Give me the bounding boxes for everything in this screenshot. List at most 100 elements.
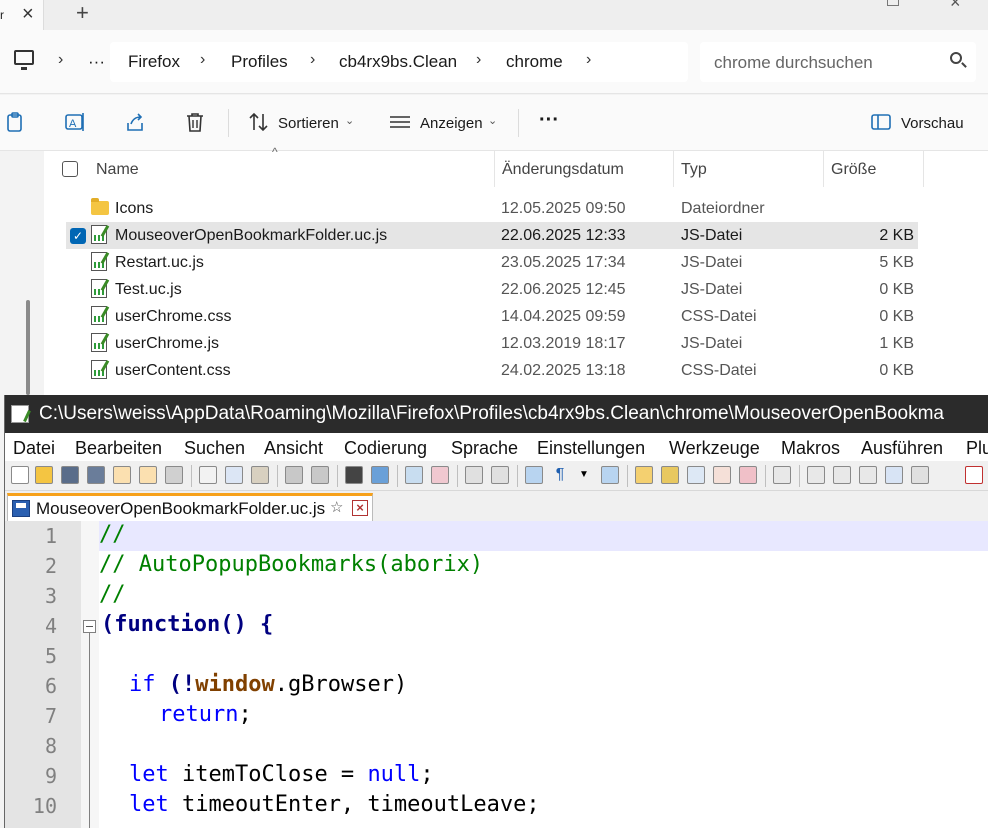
chevron-right-icon[interactable]: › [476,51,481,69]
paste-icon[interactable] [251,466,269,484]
select-all-checkbox[interactable] [62,161,78,177]
save-icon[interactable] [61,466,79,484]
fold-collapse-icon[interactable] [83,620,96,633]
view-button[interactable]: Anzeigen [420,115,483,132]
preview-pane-icon[interactable] [870,111,892,133]
column-header-date[interactable]: Änderungsdatum [502,161,624,179]
menu-macros[interactable]: Makros [781,438,840,459]
more-options-icon[interactable]: ··· [539,109,559,132]
file-name: Test.uc.js [115,281,182,298]
chevron-down-icon[interactable]: ⌄ [488,114,497,127]
menu-settings[interactable]: Einstellungen [537,438,645,459]
user-defined-language-icon[interactable] [635,466,653,484]
search-icon[interactable] [950,52,962,64]
column-header-size[interactable]: Größe [831,161,876,179]
explorer-tab[interactable]: r × [0,0,44,30]
table-row[interactable]: userChrome.css 14.04.2025 09:59 CSS-Date… [66,303,918,330]
chevron-right-icon[interactable]: › [310,51,315,69]
breadcrumb-profile-folder[interactable]: cb4rx9bs.Clean [339,52,457,72]
menu-tools[interactable]: Werkzeuge [669,438,760,459]
new-tab-icon[interactable]: + [76,0,89,26]
tab-close-icon[interactable]: × [22,3,34,26]
maximize-icon[interactable] [887,0,899,6]
row-checkbox[interactable]: ✓ [70,228,86,244]
document-map-icon[interactable] [661,466,679,484]
preview-button[interactable]: Vorschau [901,115,964,132]
find-icon[interactable] [345,466,363,484]
script-file-icon [91,279,107,298]
save-all-icon[interactable] [87,466,105,484]
breadcrumb-firefox[interactable]: Firefox [128,52,180,72]
plugin-icon[interactable] [965,466,983,484]
close-file-icon[interactable] [113,466,131,484]
stop-macro-icon[interactable] [833,466,851,484]
cut-icon[interactable] [199,466,217,484]
menu-language[interactable]: Sprache [451,438,518,459]
file-name: Icons [115,200,154,217]
word-wrap-icon[interactable] [525,466,543,484]
breadcrumb-chrome[interactable]: chrome [506,52,563,72]
run-macro-multiple-icon[interactable] [885,466,903,484]
copy-icon[interactable] [225,466,243,484]
table-row[interactable]: Restart.uc.js 23.05.2025 17:34 JS-Datei … [66,249,918,276]
sort-icon[interactable] [248,111,270,133]
zoom-out-icon[interactable] [431,466,449,484]
menu-file[interactable]: Datei [13,438,55,459]
print-icon[interactable] [165,466,183,484]
share-icon[interactable] [124,111,146,133]
delete-icon[interactable] [184,111,206,133]
chevron-right-icon[interactable]: › [200,51,205,69]
search-input[interactable]: chrome durchsuchen [700,42,976,82]
function-list-icon[interactable] [713,466,731,484]
monitoring-icon[interactable] [773,466,791,484]
window-close-icon[interactable]: × [950,0,961,13]
table-row[interactable]: Test.uc.js 22.06.2025 12:45 JS-Datei 0 K… [66,276,918,303]
this-pc-icon[interactable] [14,50,34,70]
menu-encoding[interactable]: Codierung [344,438,427,459]
sort-button[interactable]: Sortieren [278,115,339,132]
tab-mouseover-open-bookmark-folder[interactable]: MouseoverOpenBookmarkFolder.uc.js ☆ × [7,493,373,521]
zoom-in-icon[interactable] [405,466,423,484]
table-row[interactable]: ✓ MouseoverOpenBookmarkFolder.uc.js 22.0… [66,222,918,249]
column-header-type[interactable]: Typ [681,161,707,179]
play-macro-icon[interactable] [859,466,877,484]
sync-vertical-icon[interactable] [465,466,483,484]
navigation-scrollbar[interactable] [26,300,30,395]
code-editor[interactable]: 1 2 3 4 5 6 7 8 9 10 // // AutoPopupBook… [5,521,988,828]
rename-icon[interactable]: A [64,111,86,133]
indent-guide-icon[interactable] [601,466,619,484]
notepad-title-bar[interactable]: C:\Users\weiss\AppData\Roaming\Mozilla\F… [5,395,988,433]
redo-icon[interactable] [311,466,329,484]
open-file-icon[interactable] [35,466,53,484]
replace-icon[interactable] [371,466,389,484]
new-file-icon[interactable] [11,466,29,484]
tab-close-icon[interactable]: × [352,500,368,516]
menu-edit[interactable]: Bearbeiten [75,438,162,459]
menu-run[interactable]: Ausführen [861,438,943,459]
dropdown-arrow-icon[interactable]: ▼ [575,466,593,484]
breadcrumb-profiles[interactable]: Profiles [231,52,288,72]
folder-as-workspace-icon[interactable] [739,466,757,484]
menu-plugins[interactable]: Plu [966,438,988,459]
chevron-right-icon[interactable]: › [586,51,591,69]
record-macro-icon[interactable] [807,466,825,484]
paste-icon[interactable] [4,111,26,133]
sync-horizontal-icon[interactable] [491,466,509,484]
close-all-icon[interactable] [139,466,157,484]
table-row[interactable]: Icons 12.05.2025 09:50 Dateiordner [66,195,918,222]
undo-icon[interactable] [285,466,303,484]
table-row[interactable]: userContent.css 24.02.2025 13:18 CSS-Dat… [66,357,918,384]
menu-search[interactable]: Suchen [184,438,245,459]
chevron-right-icon[interactable]: › [58,51,63,69]
pin-icon[interactable]: ☆ [330,498,343,516]
breadcrumb[interactable]: ··· Firefox › Profiles › cb4rx9bs.Clean … [88,42,688,82]
save-macro-icon[interactable] [911,466,929,484]
show-all-characters-icon[interactable]: ¶ [551,466,569,484]
column-header-name[interactable]: Name [96,161,139,179]
table-row[interactable]: userChrome.js 12.03.2019 18:17 JS-Datei … [66,330,918,357]
chevron-down-icon[interactable]: ⌄ [345,114,354,127]
view-icon[interactable] [389,111,411,133]
document-list-icon[interactable] [687,466,705,484]
breadcrumb-more[interactable]: ··· [88,52,105,72]
menu-view[interactable]: Ansicht [264,438,323,459]
